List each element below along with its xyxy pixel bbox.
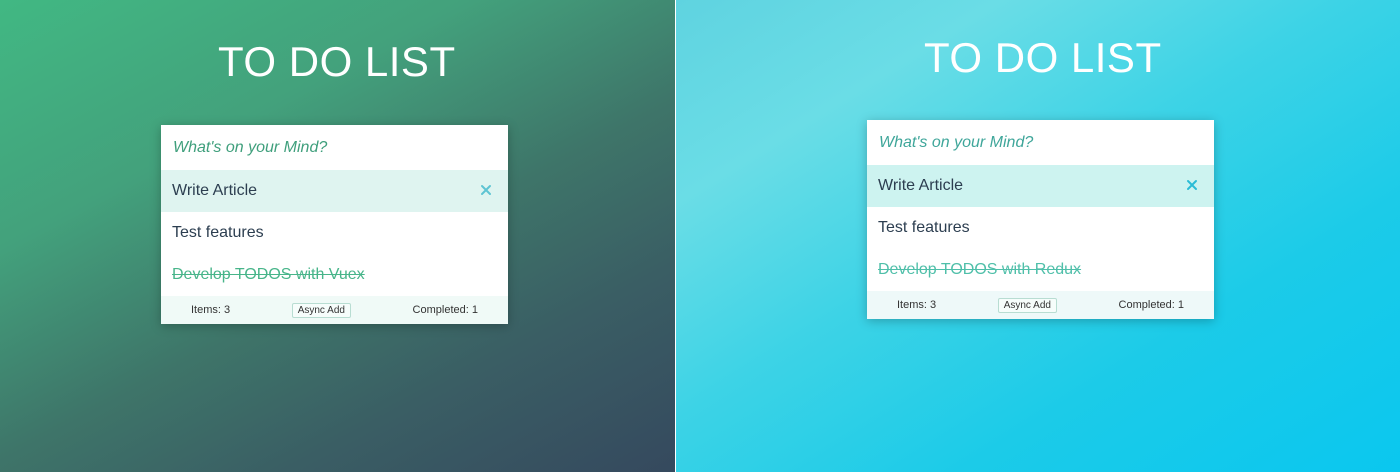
async-add-button[interactable]: Async Add	[997, 297, 1057, 313]
todo-item-completed[interactable]: Develop TODOS with Redux	[867, 249, 1214, 291]
new-todo-input[interactable]	[161, 125, 508, 170]
completed-count: Completed: 1	[412, 304, 478, 316]
new-todo-input[interactable]	[867, 120, 1214, 165]
items-count: Items: 3	[191, 304, 231, 316]
close-icon[interactable]	[1185, 178, 1199, 192]
todo-text: Develop TODOS with Redux	[878, 261, 1082, 278]
completed-count: Completed: 1	[1118, 299, 1184, 311]
todo-list: Write Article Test features Develop TODO…	[867, 165, 1214, 291]
todo-text: Test features	[172, 224, 264, 241]
todo-item[interactable]: Test features	[161, 212, 508, 254]
redux-panel: TO DO LIST Write Article Test features D…	[676, 0, 1400, 472]
async-add-button[interactable]: Async Add	[291, 302, 351, 318]
page-title: TO DO LIST	[218, 38, 456, 85]
page-title: TO DO LIST	[924, 34, 1162, 81]
todo-text: Develop TODOS with Vuex	[172, 266, 365, 283]
todo-list: Write Article Test features Develop TODO…	[161, 170, 508, 296]
todo-footer: Items: 3 Async Add Completed: 1	[161, 296, 508, 324]
todo-item-completed[interactable]: Develop TODOS with Vuex	[161, 254, 508, 296]
todo-card: Write Article Test features Develop TODO…	[161, 125, 508, 324]
todo-item[interactable]: Write Article	[867, 165, 1214, 207]
close-icon[interactable]	[479, 183, 493, 197]
todo-text: Write Article	[878, 177, 964, 194]
items-count: Items: 3	[897, 299, 937, 311]
vuex-panel: TO DO LIST Write Article Test features D…	[0, 0, 675, 472]
todo-item[interactable]: Test features	[867, 207, 1214, 249]
todo-footer: Items: 3 Async Add Completed: 1	[867, 291, 1214, 319]
todo-item[interactable]: Write Article	[161, 170, 508, 212]
todo-card: Write Article Test features Develop TODO…	[867, 120, 1214, 319]
todo-text: Test features	[878, 219, 970, 236]
todo-text: Write Article	[172, 182, 258, 199]
